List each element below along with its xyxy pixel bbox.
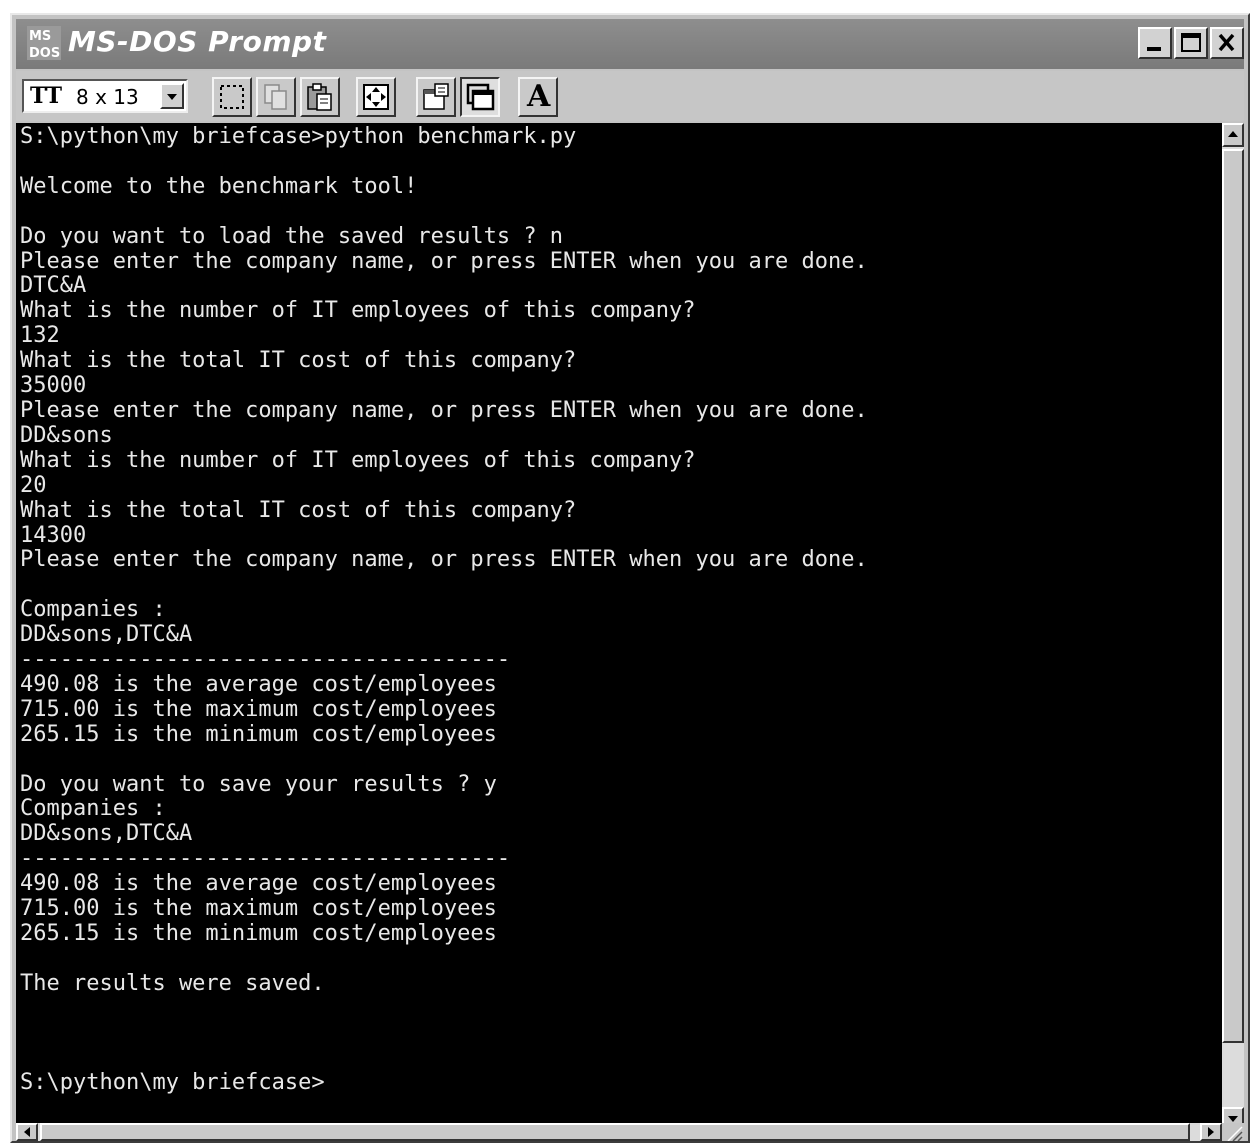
arrow-up-icon [1228, 131, 1238, 137]
console-line: Do you want to load the saved results ? … [20, 223, 564, 249]
console-line: 20 [20, 472, 47, 498]
console-line: DD&sons,DTC&A [20, 821, 193, 847]
console-line: ------------------------------------- [20, 846, 511, 872]
paste-icon [307, 83, 332, 111]
title-bar[interactable]: MS DOS MS-DOS Prompt [16, 19, 1244, 69]
console-line: DD&sons [20, 422, 113, 448]
vertical-scrollbar[interactable] [1222, 123, 1244, 1135]
ms-dos-window: MS DOS MS-DOS Prompt TT 8 x 13 A S:\pyth… [10, 13, 1250, 1143]
fullscreen-button[interactable] [356, 77, 396, 117]
scroll-left-button[interactable] [16, 1123, 38, 1141]
window-title: MS-DOS Prompt [68, 25, 327, 58]
arrow-left-icon [24, 1127, 30, 1137]
background-icon [466, 83, 495, 111]
mark-button[interactable] [212, 77, 252, 117]
background-button[interactable] [460, 77, 500, 117]
console-line: Welcome to the benchmark tool! [20, 173, 418, 199]
console-line: Companies : [20, 597, 166, 623]
vertical-scroll-thumb[interactable] [1222, 149, 1244, 1043]
ms-dos-icon: MS DOS [27, 26, 61, 61]
horizontal-scrollbar[interactable] [16, 1123, 1222, 1141]
arrow-right-icon [1208, 1127, 1214, 1137]
resize-grip-icon [1227, 1126, 1243, 1142]
horizontal-scroll-thumb[interactable] [40, 1123, 1190, 1141]
console-text: S:\python\my briefcase>python benchmark.… [16, 123, 1222, 1096]
console-line: What is the total IT cost of this compan… [20, 348, 577, 374]
console-line: S:\python\my briefcase> [20, 1070, 325, 1096]
maximize-button[interactable] [1174, 27, 1208, 59]
font-icon: A [527, 79, 551, 114]
console-output[interactable]: S:\python\my briefcase>python benchmark.… [16, 123, 1222, 1135]
console-line: 265.15 is the minimum cost/employees [20, 721, 497, 747]
properties-icon [423, 83, 449, 110]
scroll-right-button[interactable] [1200, 1123, 1222, 1141]
console-line: 490.08 is the average cost/employees [20, 871, 497, 897]
svg-text:MS: MS [29, 29, 51, 44]
truetype-font-icon: TT [30, 83, 62, 109]
console-line: Companies : [20, 796, 166, 822]
maximize-icon [1181, 33, 1201, 52]
font-button[interactable]: A [518, 77, 558, 117]
font-size-value: 8 x 13 [76, 85, 139, 109]
mark-icon [220, 85, 244, 109]
paste-button[interactable] [300, 77, 340, 117]
copy-icon [264, 84, 287, 110]
svg-text:DOS: DOS [29, 46, 60, 61]
scroll-up-button[interactable] [1222, 123, 1244, 147]
console-line: 132 [20, 323, 60, 349]
resize-grip[interactable] [1222, 1123, 1244, 1142]
console-line: 715.00 is the maximum cost/employees [20, 896, 497, 922]
console-line: What is the number of IT employees of th… [20, 298, 696, 324]
console-line: 265.15 is the minimum cost/employees [20, 921, 497, 946]
console-line: The results were saved. [20, 970, 325, 996]
minimize-button[interactable] [1138, 27, 1172, 59]
console-line: Do you want to save your results ? y [20, 771, 497, 797]
properties-button[interactable] [416, 77, 456, 117]
console-line: Please enter the company name, or press … [20, 248, 868, 274]
console-line: 14300 [20, 522, 87, 548]
dropdown-button[interactable] [160, 83, 184, 109]
fullscreen-icon [363, 84, 389, 110]
close-button[interactable] [1210, 27, 1244, 59]
console-line: Please enter the company name, or press … [20, 397, 868, 423]
console-line: 35000 [20, 373, 87, 399]
console-line: DTC&A [20, 273, 87, 299]
console-line: ------------------------------------- [20, 647, 511, 673]
console-line: Please enter the company name, or press … [20, 547, 868, 573]
copy-button[interactable] [256, 77, 296, 117]
font-size-select[interactable]: TT 8 x 13 [22, 79, 188, 113]
toolbar: TT 8 x 13 A [16, 71, 1244, 121]
minimize-icon [1147, 47, 1161, 51]
console-line: What is the total IT cost of this compan… [20, 497, 577, 523]
close-icon [1218, 33, 1235, 52]
console-line: DD&sons,DTC&A [20, 622, 193, 648]
console-line: What is the number of IT employees of th… [20, 447, 696, 473]
console-line: 715.00 is the maximum cost/employees [20, 696, 497, 722]
console-line: S:\python\my briefcase>python benchmark.… [20, 124, 577, 149]
console-line: 490.08 is the average cost/employees [20, 671, 497, 697]
chevron-down-icon [167, 94, 177, 100]
